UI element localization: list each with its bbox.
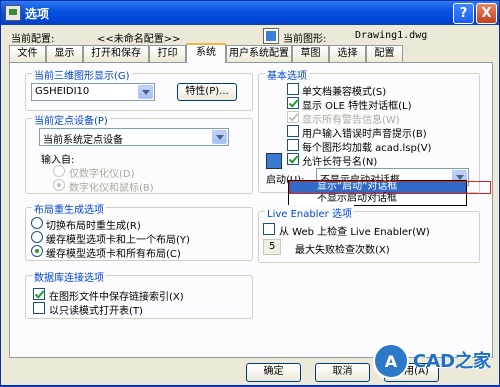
graphics3d-combo[interactable]: GSHEIDI10	[31, 83, 155, 101]
properties-button[interactable]: 特性(P)...	[177, 83, 237, 101]
tab-profiles[interactable]: 配置	[366, 45, 403, 62]
store-links-index-checkbox[interactable]	[33, 288, 45, 300]
cache-model-all-radio[interactable]	[31, 245, 43, 257]
general-options-title: 基本选项	[265, 67, 309, 82]
window-title: 选项	[25, 7, 50, 21]
regen-on-switch-label: 切换布局时重生成(R)	[46, 221, 141, 232]
cache-model-last-radio[interactable]	[31, 231, 43, 243]
help-button[interactable]: ?	[453, 3, 474, 24]
dbconnect-title: 数据库连接选项	[32, 269, 106, 284]
ok-button[interactable]: 确定	[246, 363, 301, 382]
current-drawing-value: Drawing1.dwg	[355, 30, 428, 41]
long-symbol-names-label: 允许长符号名(N)	[302, 157, 378, 168]
store-links-index-label: 在图形文件中保存链接索引(X)	[49, 292, 184, 303]
beep-on-error-label: 用户输入错误时声音提示(B)	[302, 129, 427, 140]
pointing-combo[interactable]: 当前系统定点设备	[39, 128, 229, 146]
cache-model-last-label: 缓存模型选项卡和上一个布局(Y)	[46, 235, 190, 246]
layout-regen-title: 布局重生成选项	[32, 201, 106, 216]
drawing-setting-icon	[266, 153, 282, 169]
digitizer-only-label: 仅数字化仪(D)	[69, 169, 135, 180]
chevron-down-icon[interactable]	[138, 85, 153, 99]
current-profile-value: <<未命名配置>>	[97, 34, 181, 45]
single-document-label: 单文档兼容模式(S)	[302, 87, 387, 98]
regen-on-switch-radio[interactable]	[31, 217, 43, 229]
long-symbol-names-checkbox[interactable]	[287, 153, 299, 165]
pointing-title: 当前定点设备(P)	[32, 112, 110, 127]
check-web-label: 从 Web 上检查 Live Enabler(W)	[279, 227, 430, 238]
cache-model-all-label: 缓存模型选项卡和所有布局(C)	[46, 249, 181, 260]
tab-drafting[interactable]: 草图	[292, 45, 329, 62]
show-all-warnings-label: 显示所有警告信息(W)	[302, 115, 400, 126]
graphics3d-title: 当前三维图形显示(G)	[32, 67, 132, 82]
load-acad-lsp-label: 每个图形均加载 acad.lsp(V)	[302, 143, 432, 154]
show-ole-checkbox[interactable]	[287, 97, 299, 109]
digitizer-mouse-label: 数字化仪和鼠标(B)	[69, 183, 154, 194]
title-bar[interactable]: 选项 ? X	[1, 1, 499, 25]
show-all-warnings-checkbox	[287, 111, 299, 123]
load-acad-lsp-checkbox[interactable]	[287, 139, 299, 151]
tab-open-save[interactable]: 打开和保存	[83, 45, 149, 62]
digitizer-mouse-radio	[53, 179, 65, 191]
current-drawing-label: 当前图形:	[283, 34, 327, 45]
open-tables-readonly-label: 以只读模式打开表(T)	[49, 306, 143, 317]
show-ole-label: 显示 OLE 特性对话框(L)	[302, 101, 412, 112]
watermark-text: CAD之家	[413, 351, 492, 372]
tab-system[interactable]: 系统	[186, 43, 226, 63]
chevron-down-icon[interactable]	[212, 130, 227, 144]
cad-watermark: A CAD之家	[365, 337, 500, 387]
single-document-checkbox[interactable]	[287, 83, 299, 95]
max-failed-checks-value: 5	[269, 241, 276, 252]
cancel-button[interactable]: 取消	[315, 363, 370, 382]
highlight-box	[289, 181, 491, 194]
tab-user-preferences[interactable]: 用户系统配置	[226, 45, 292, 62]
close-button[interactable]: X	[476, 3, 497, 24]
graphics3d-combo-value: GSHEIDI10	[35, 86, 90, 97]
tab-display[interactable]: 显示	[46, 45, 83, 62]
app-icon	[5, 5, 21, 21]
cad-logo-icon: A	[373, 343, 409, 379]
digitizer-only-radio	[53, 165, 65, 177]
tab-plot[interactable]: 打印	[149, 45, 186, 62]
beep-on-error-checkbox[interactable]	[287, 125, 299, 137]
tab-files[interactable]: 文件	[9, 45, 46, 62]
options-dialog: 选项 ? X 当前配置: <<未命名配置>> 当前图形: Drawing1.dw…	[0, 0, 500, 386]
max-failed-checks-input: 5	[263, 239, 281, 255]
tab-selection[interactable]: 选择	[329, 45, 366, 62]
live-enabler-title: Live Enabler 选项	[265, 205, 354, 220]
check-web-checkbox[interactable]	[263, 223, 275, 235]
pointing-combo-value: 当前系统定点设备	[43, 135, 123, 146]
drawing-icon	[263, 28, 279, 44]
max-failed-checks-label: 最大失败检查次数(X)	[295, 245, 390, 256]
startup-option-hide[interactable]: 不显示启动对话框	[289, 193, 466, 205]
svg-text:A: A	[385, 352, 398, 371]
open-tables-readonly-checkbox[interactable]	[33, 302, 45, 314]
current-profile-label: 当前配置:	[11, 34, 55, 45]
accept-input-label: 输入自:	[41, 155, 75, 166]
